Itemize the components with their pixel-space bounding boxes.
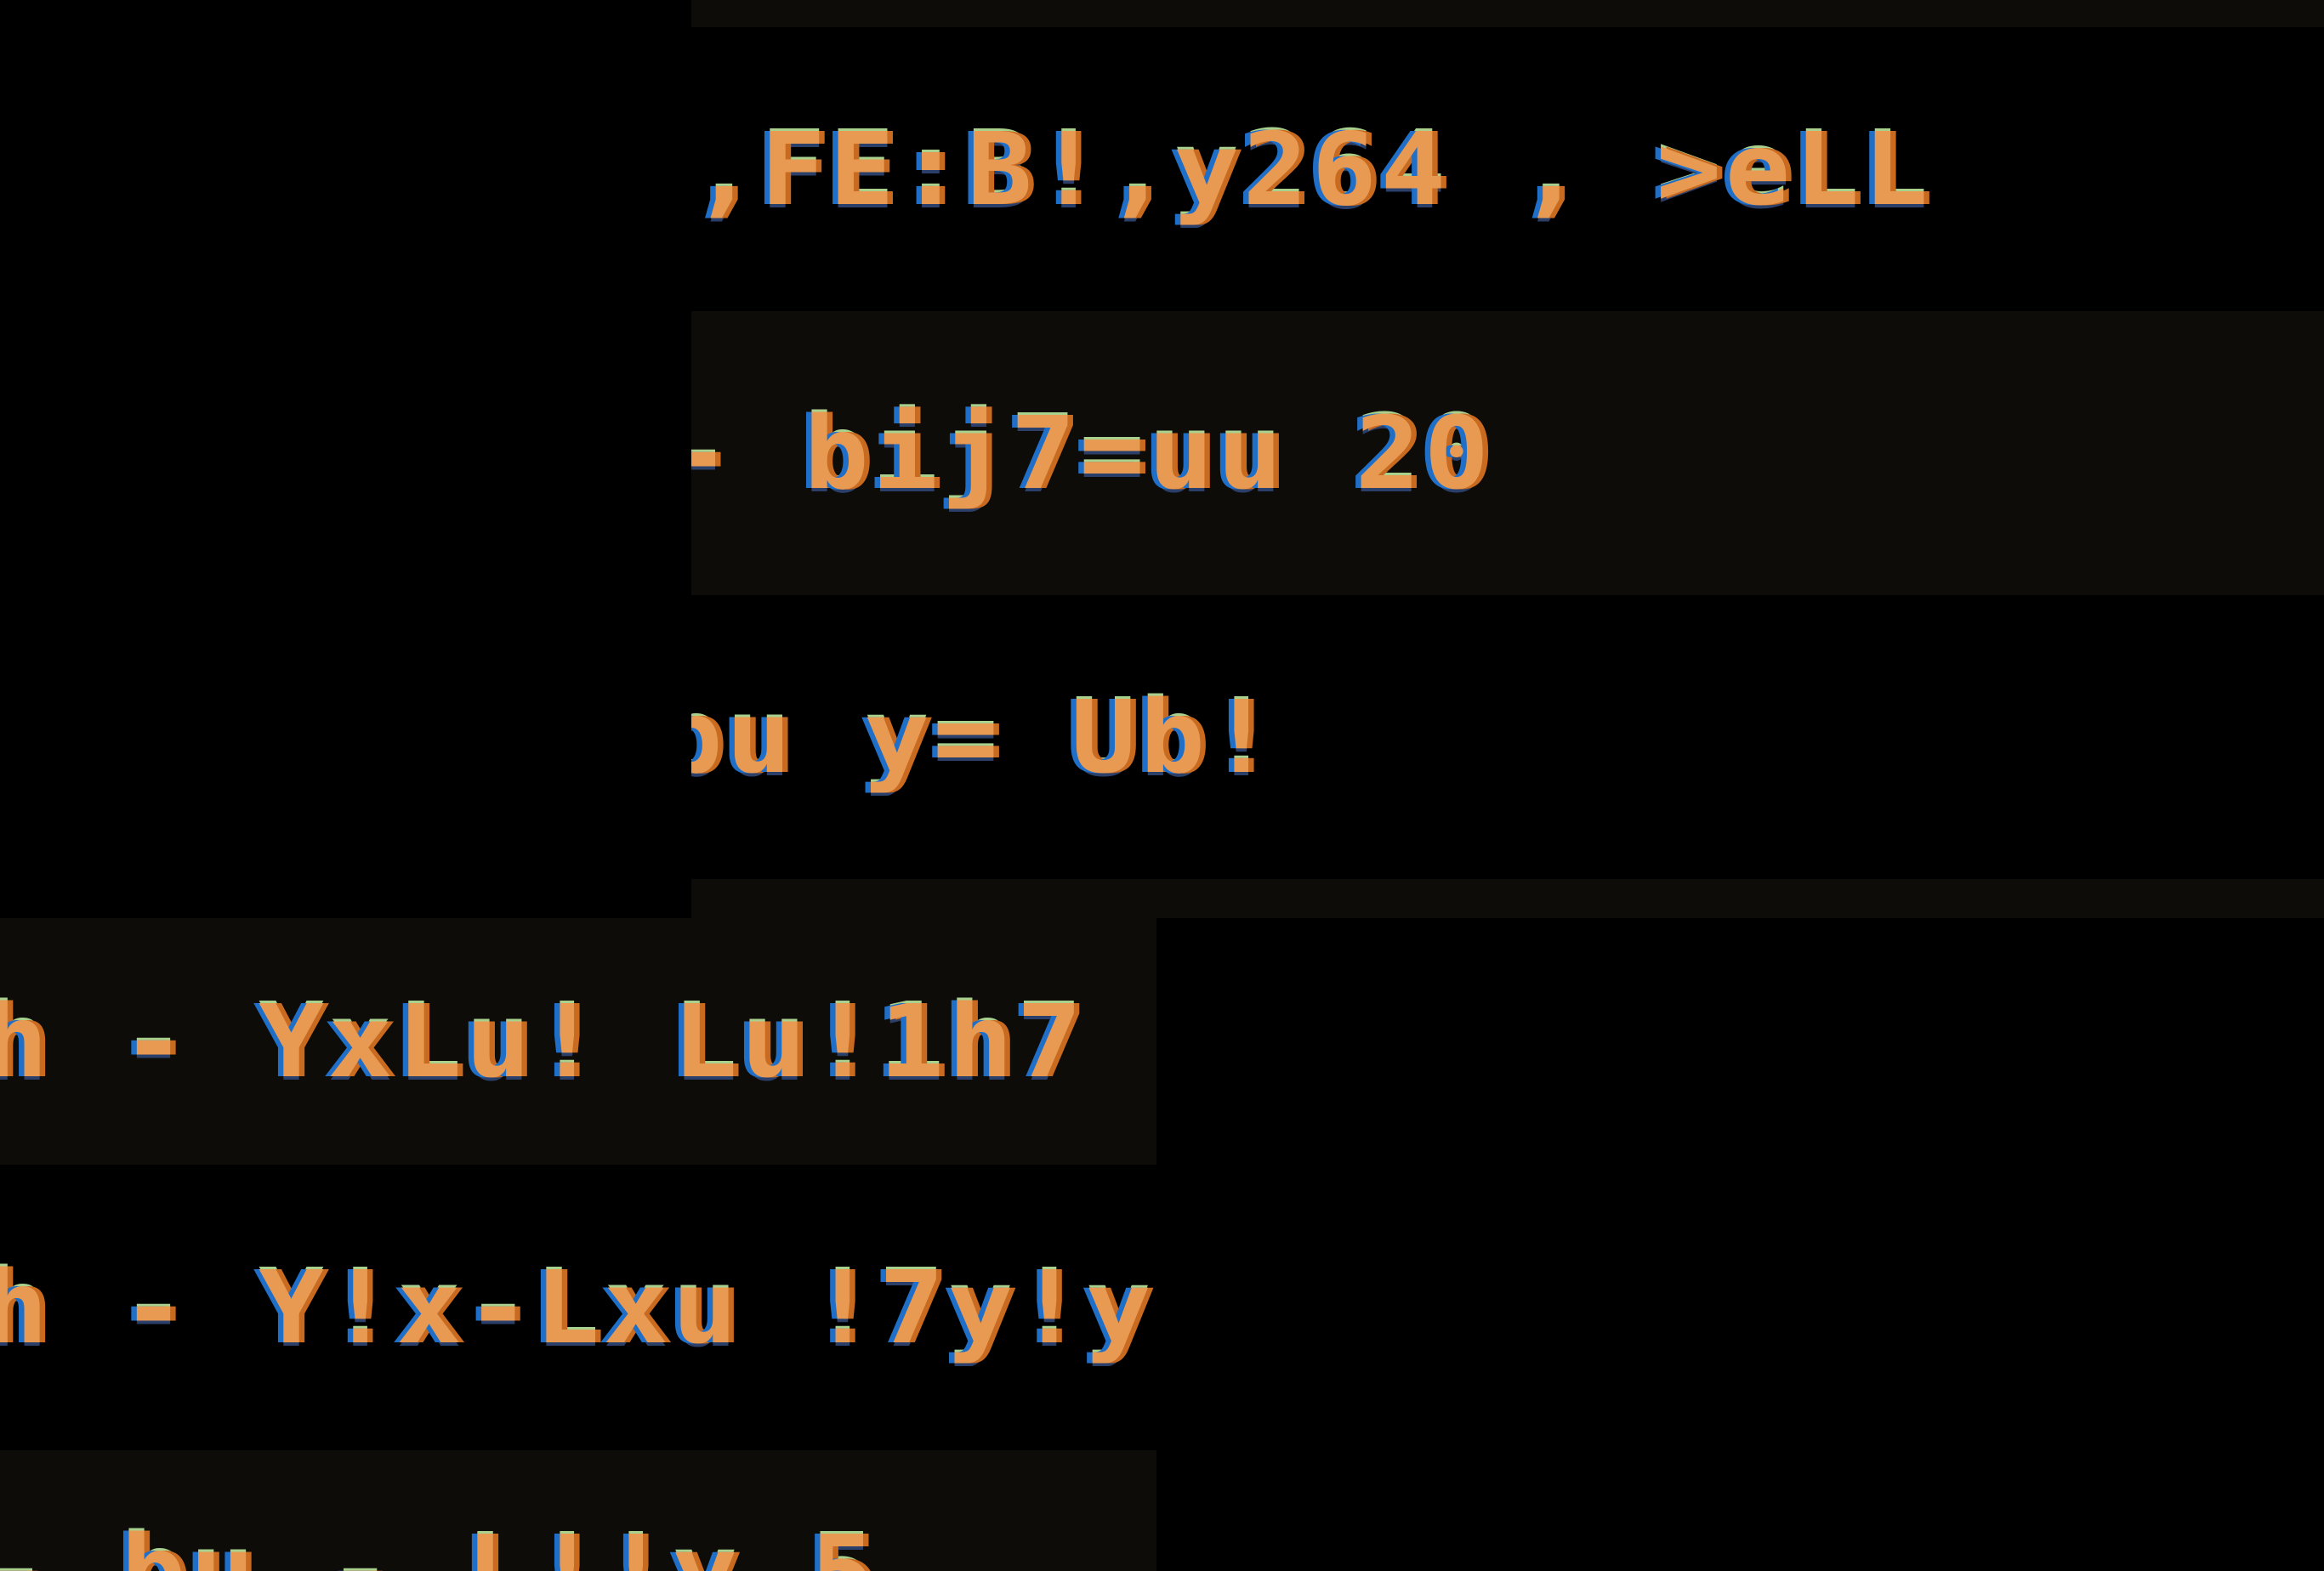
list-row[interactable] xyxy=(691,0,2324,27)
list-row[interactable]: - bu - L!!y 5 xyxy=(0,1450,1156,1571)
list-row[interactable]: ,FE:B!,y264 , >eLL xyxy=(691,27,2324,311)
bottom-window: h - YxLu! Lu!1h7 5 h - Y!x-Lxu !7y!y - b… xyxy=(0,918,1156,1571)
list-row-label: bu y= Ub! xyxy=(691,678,1278,796)
list-row[interactable]: - bij7=uu 20 xyxy=(691,311,2324,595)
screen: ,FE:B!,y264 , >eLL - bij7=uu 20 bu y= Ub… xyxy=(0,0,2324,1571)
list-row-label: h - YxLu! Lu!1h7 5 xyxy=(0,983,1156,1100)
list-row[interactable]: h - YxLu! Lu!1h7 5 xyxy=(0,918,1156,1165)
list-row-label: - bu - L!!y 5 xyxy=(0,1513,879,1571)
list-row-label: ,FE:B!,y264 , >eLL xyxy=(691,111,1932,228)
top-window: ,FE:B!,y264 , >eLL - bij7=uu 20 bu y= Ub… xyxy=(691,0,2324,918)
list-row[interactable]: h - Y!x-Lxu !7y!y xyxy=(0,1165,1156,1450)
list-row[interactable]: bu y= Ub! xyxy=(691,595,2324,879)
list-row-label: h - Y!x-Lxu !7y!y xyxy=(0,1249,1155,1366)
list-row[interactable] xyxy=(691,879,2324,918)
list-row-label: - bij7=uu 20 xyxy=(691,394,1493,512)
